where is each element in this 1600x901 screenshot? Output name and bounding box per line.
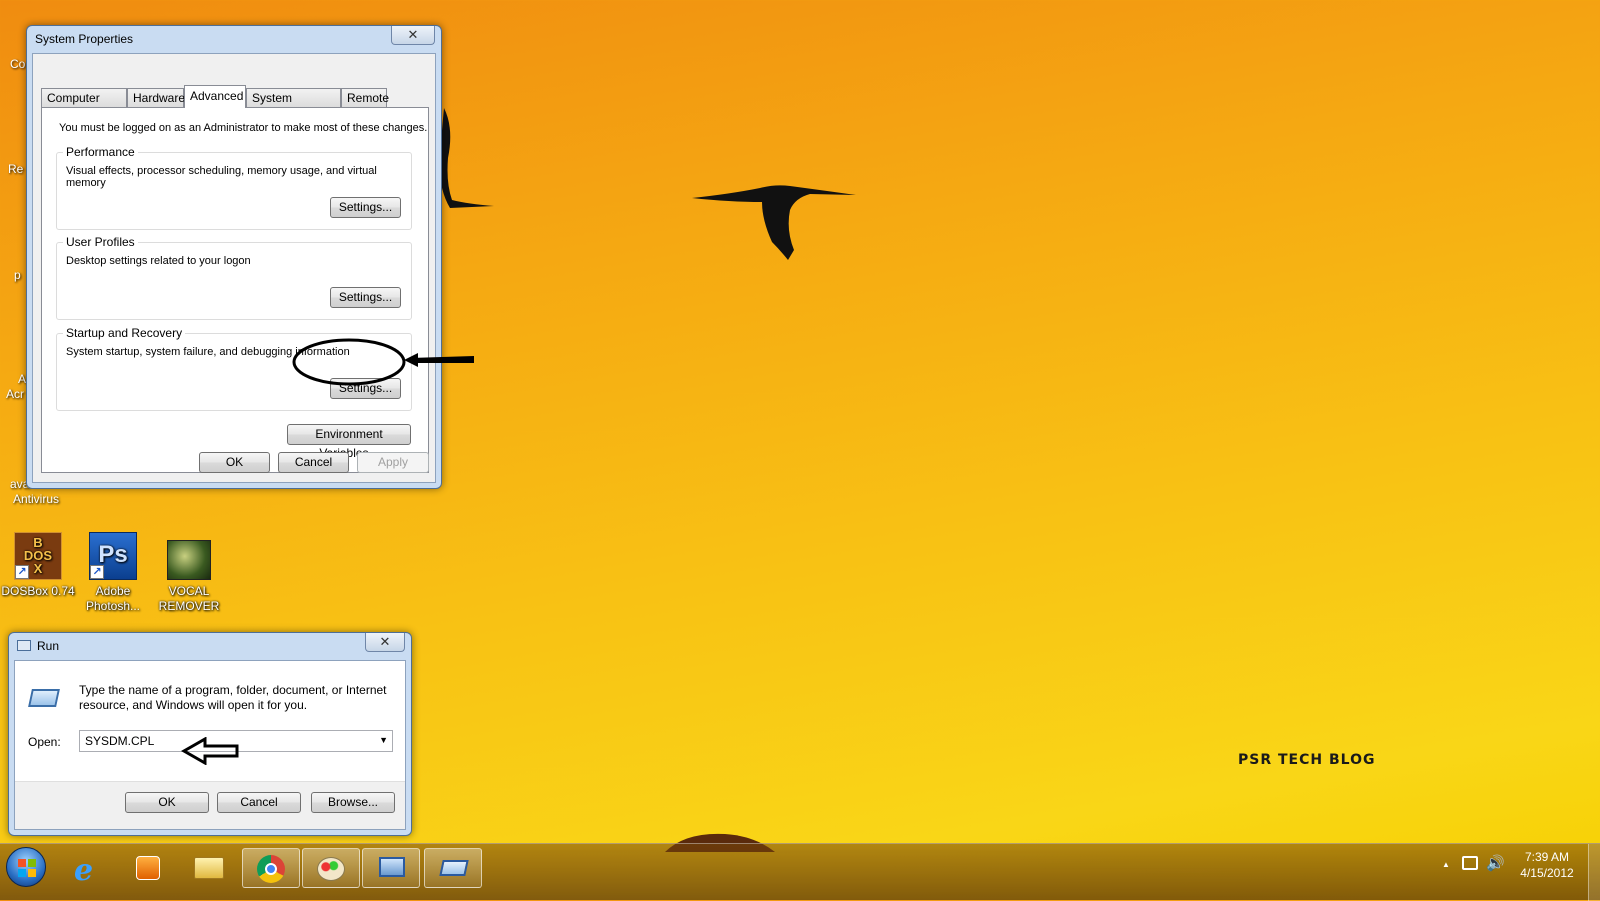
taskbar: e ▲ 🔊 7:39 AM 4/15/2012 bbox=[0, 843, 1600, 901]
run-description: Type the name of a program, folder, docu… bbox=[79, 683, 387, 712]
desktop-icon-partial-a[interactable]: A bbox=[18, 372, 26, 386]
admin-note: You must be logged on as an Administrato… bbox=[59, 122, 428, 134]
show-desktop-button[interactable] bbox=[1588, 844, 1600, 901]
run-ok-button[interactable]: OK bbox=[125, 792, 209, 813]
system-properties-window: System Properties ✕ Computer Name Hardwa… bbox=[26, 25, 442, 489]
group-label: Startup and Recovery bbox=[63, 326, 186, 340]
performance-settings-button[interactable]: Settings... bbox=[330, 197, 401, 218]
shortcut-arrow-icon: ↗ bbox=[90, 565, 104, 579]
taskbar-explorer-button[interactable] bbox=[180, 848, 238, 888]
group-description: Desktop settings related to your logon bbox=[66, 255, 251, 267]
run-program-icon bbox=[28, 689, 60, 707]
desktop-icon-partial-recycle[interactable]: Re bbox=[8, 162, 23, 176]
tab-remote[interactable]: Remote bbox=[341, 88, 389, 107]
clock-date: 4/15/2012 bbox=[1520, 866, 1574, 880]
desktop-icon-photoshop[interactable]: Ps ↗ Adobe Photosh... bbox=[75, 532, 151, 614]
window-title: System Properties bbox=[35, 32, 134, 46]
window-title: Run bbox=[37, 639, 60, 653]
arrow-annotation bbox=[181, 737, 239, 765]
taskbar-paint-button[interactable] bbox=[302, 848, 360, 888]
clock-time: 7:39 AM bbox=[1524, 850, 1570, 864]
taskbar-run-button[interactable] bbox=[424, 848, 482, 888]
title-bar[interactable]: Run ✕ bbox=[9, 633, 411, 659]
performance-group: Performance Visual effects, processor sc… bbox=[56, 145, 412, 230]
blog-watermark: PSR TECH BLOG bbox=[1238, 752, 1376, 768]
desktop-icon-label: Adobe Photosh... bbox=[85, 584, 141, 613]
group-label: User Profiles bbox=[63, 235, 138, 249]
desktop-icon-partial-computer[interactable]: Co bbox=[10, 57, 25, 71]
run-icon bbox=[439, 860, 469, 876]
run-title-icon bbox=[17, 640, 31, 651]
close-icon[interactable]: ✕ bbox=[391, 26, 435, 45]
network-icon[interactable] bbox=[1462, 856, 1478, 870]
desktop-icon-vocal-remover[interactable]: VOCAL REMOVER bbox=[151, 532, 227, 614]
advanced-tab-panel: You must be logged on as an Administrato… bbox=[41, 107, 429, 473]
run-dialog-window: Run ✕ Type the name of a program, folder… bbox=[8, 632, 412, 836]
group-description: Visual effects, processor scheduling, me… bbox=[66, 165, 377, 189]
open-input[interactable]: SYSDM.CPL bbox=[85, 734, 154, 748]
desktop-icon-partial-antivirus[interactable]: Antivirus bbox=[13, 492, 59, 506]
desktop-icon-partial-acr[interactable]: Acr bbox=[6, 387, 24, 401]
tab-strip: Computer Name Hardware Advanced System P… bbox=[41, 85, 429, 123]
ok-button[interactable]: OK bbox=[199, 452, 270, 473]
desktop-icon-partial-p[interactable]: p bbox=[14, 268, 21, 282]
taskbar-chrome-button[interactable] bbox=[242, 848, 300, 888]
tray-expand-icon[interactable]: ▲ bbox=[1442, 860, 1450, 869]
tab-computer-name[interactable]: Computer Name bbox=[41, 88, 127, 123]
taskbar-media-player-button[interactable] bbox=[120, 848, 178, 888]
taskbar-ie-button[interactable]: e bbox=[60, 848, 118, 888]
desktop-icon-label: VOCAL REMOVER bbox=[158, 584, 220, 613]
desktop-icon-label: DOSBox 0.74 bbox=[1, 584, 75, 598]
environment-variables-button[interactable]: Environment Variables... bbox=[287, 424, 411, 460]
title-bar[interactable]: System Properties ✕ bbox=[27, 26, 441, 52]
tab-system-protection[interactable]: System Protection bbox=[246, 88, 341, 123]
vocal-remover-icon bbox=[167, 540, 211, 580]
chrome-icon-center bbox=[265, 863, 277, 875]
photoshop-icon: Ps ↗ bbox=[89, 532, 137, 580]
paint-icon bbox=[317, 857, 345, 881]
clock[interactable]: 7:39 AM 4/15/2012 bbox=[1512, 849, 1582, 881]
internet-explorer-icon: e bbox=[74, 853, 94, 888]
highlight-circle-annotation bbox=[292, 338, 474, 386]
group-label: Performance bbox=[63, 145, 138, 159]
bird-silhouette-behind-window bbox=[439, 108, 494, 208]
shortcut-arrow-icon: ↗ bbox=[15, 565, 29, 579]
open-label: Open: bbox=[28, 735, 61, 749]
folder-icon bbox=[194, 857, 224, 879]
tab-hardware[interactable]: Hardware bbox=[127, 88, 185, 107]
run-cancel-button[interactable]: Cancel bbox=[217, 792, 301, 813]
flying-bird-graphic bbox=[692, 185, 856, 260]
desktop-icon-dosbox[interactable]: B DOS X ↗ DOSBox 0.74 bbox=[0, 532, 76, 599]
apply-button[interactable]: Apply bbox=[357, 452, 429, 473]
start-button[interactable] bbox=[6, 847, 46, 887]
run-browse-button[interactable]: Browse... bbox=[311, 792, 395, 813]
volume-icon[interactable]: 🔊 bbox=[1486, 854, 1505, 872]
media-player-icon bbox=[136, 856, 160, 880]
photoshop-glyph: Ps bbox=[98, 541, 128, 568]
close-icon[interactable]: ✕ bbox=[365, 633, 405, 652]
run-client: Type the name of a program, folder, docu… bbox=[14, 660, 406, 830]
system-properties-icon bbox=[379, 857, 405, 877]
cancel-button[interactable]: Cancel bbox=[278, 452, 349, 473]
taskbar-system-properties-button[interactable] bbox=[362, 848, 420, 888]
chevron-down-icon[interactable]: ▼ bbox=[379, 735, 388, 745]
dialog-client: Computer Name Hardware Advanced System P… bbox=[32, 53, 436, 483]
dosbox-icon: B DOS X ↗ bbox=[14, 532, 62, 580]
windows-logo-icon bbox=[18, 859, 36, 877]
user-profiles-group: User Profiles Desktop settings related t… bbox=[56, 235, 412, 320]
user-profiles-settings-button[interactable]: Settings... bbox=[330, 287, 401, 308]
tab-advanced[interactable]: Advanced bbox=[184, 85, 246, 108]
